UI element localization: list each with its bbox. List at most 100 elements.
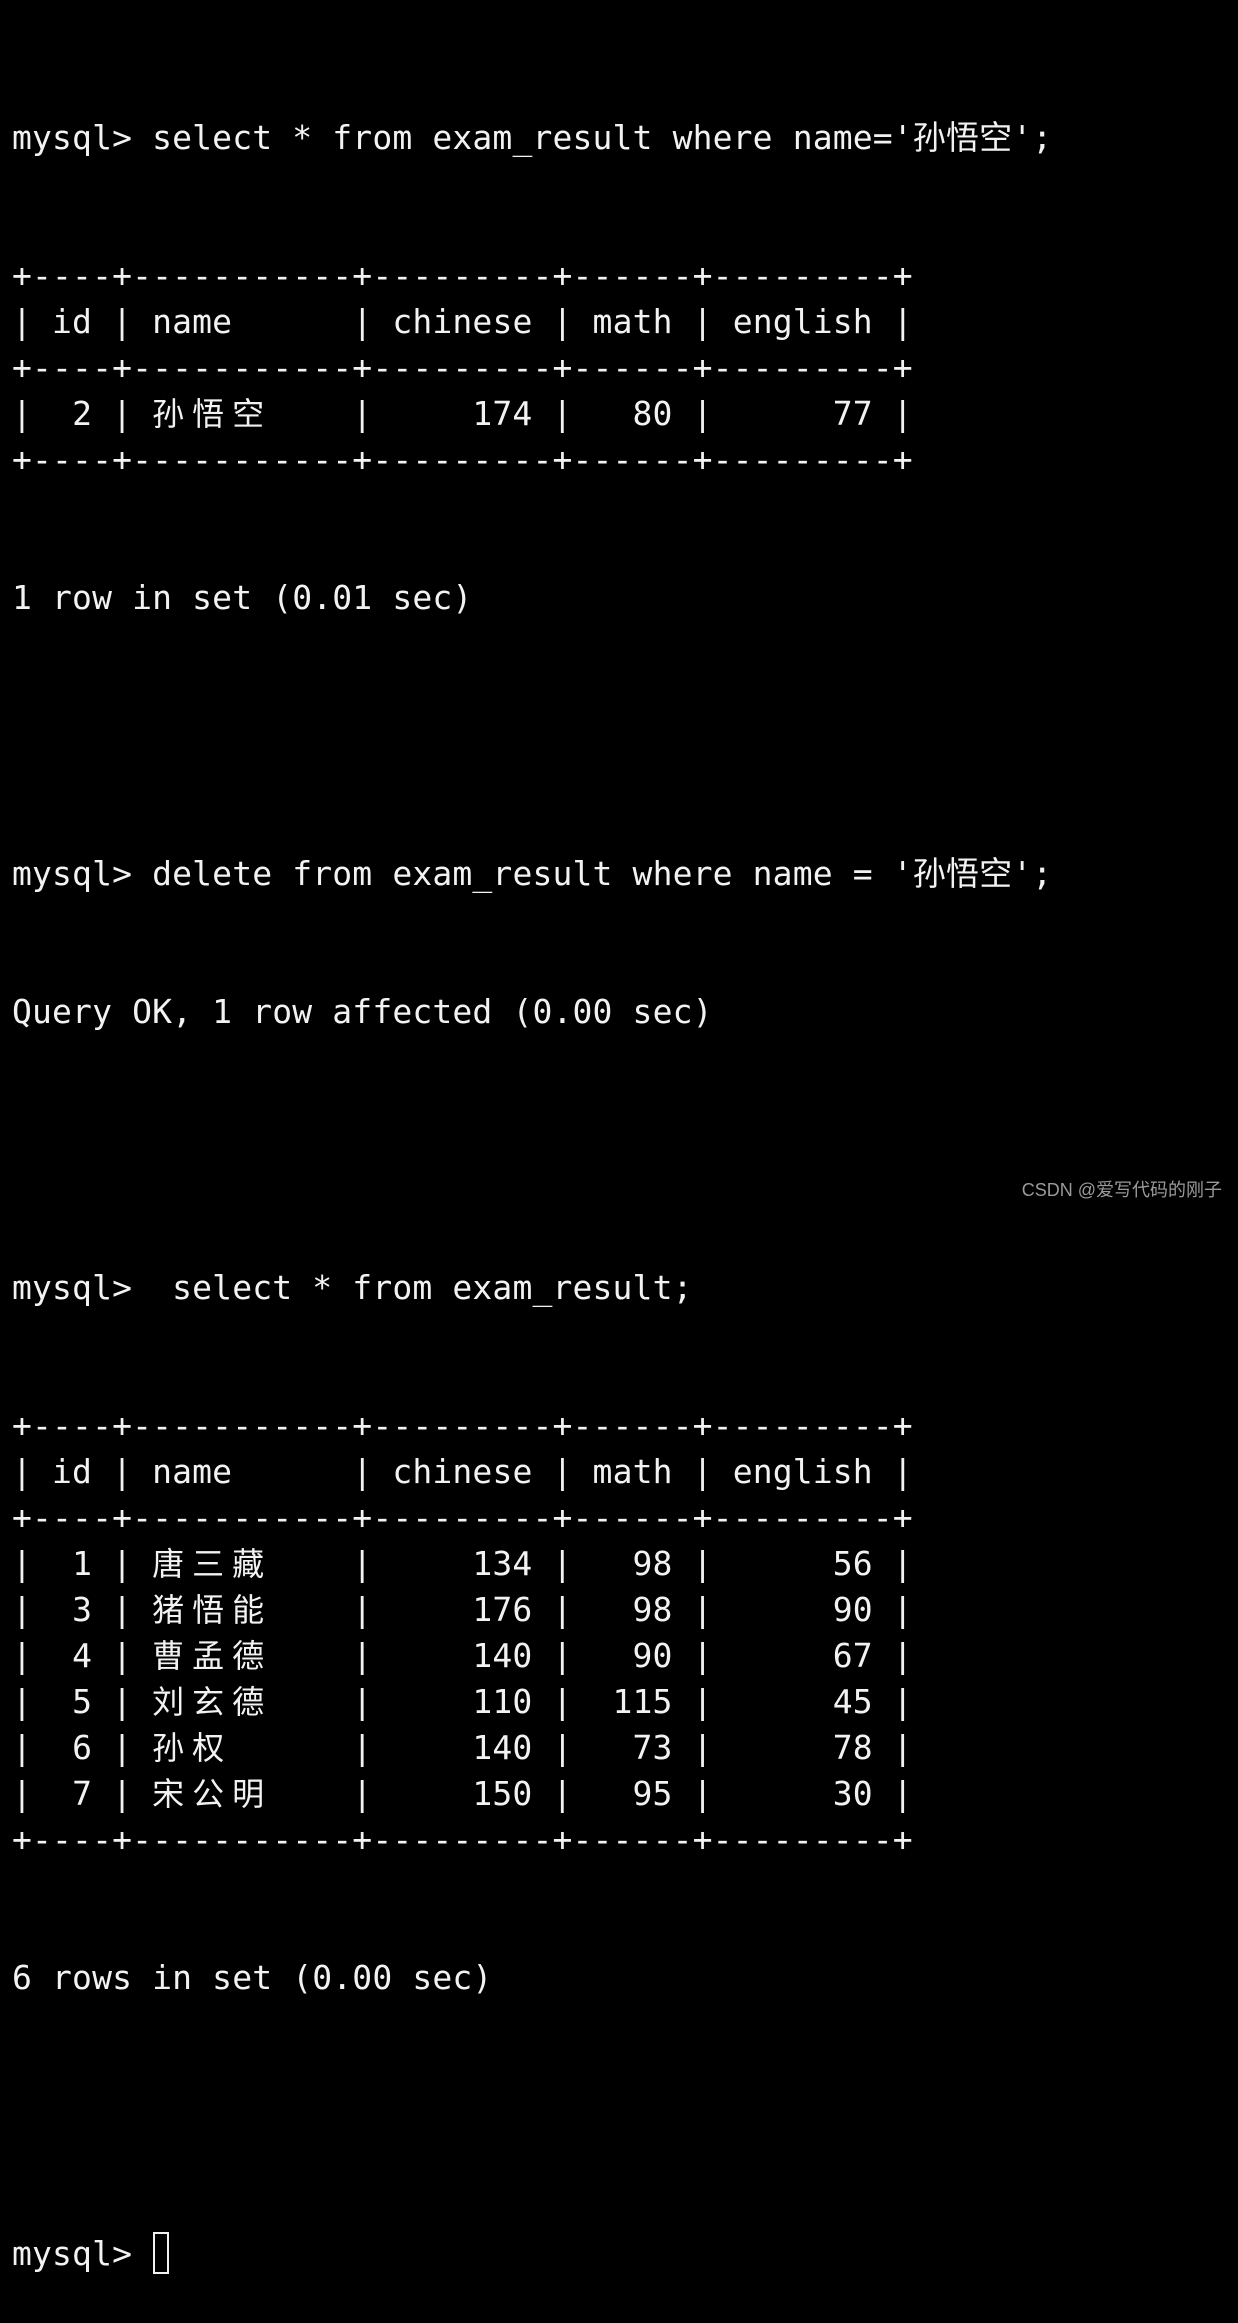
sep: | (12, 394, 53, 433)
table-border: +----+-----------+---------+------+-----… (12, 348, 913, 387)
table-row: | 5 | 刘玄德 | 110 | 115 | 45 | (12, 1679, 1052, 1725)
sep: | (672, 1544, 733, 1583)
cell-chinese: 140 (392, 1636, 533, 1675)
sep: | (532, 1452, 593, 1491)
cell-math: 95 (592, 1774, 673, 1813)
command-line-2: mysql> delete from exam_result where nam… (12, 851, 1052, 897)
sep: | (12, 1774, 53, 1813)
table-row: | 7 | 宋公明 | 150 | 95 | 30 | (12, 1771, 1052, 1817)
cell-name: 孙权 (152, 1729, 225, 1767)
sep: | (672, 1728, 733, 1767)
sep: | (672, 1774, 733, 1813)
header-chinese: chinese (392, 1452, 533, 1491)
sep: | (672, 1590, 733, 1629)
cell-id: 4 (52, 1636, 93, 1675)
cell-english: 77 (732, 394, 873, 433)
status-line-2: Query OK, 1 row affected (0.00 sec) (12, 992, 713, 1031)
sep: | id | (12, 1452, 153, 1491)
sep: | (332, 302, 393, 341)
cell-math: 98 (592, 1590, 673, 1629)
sep: | (12, 1590, 53, 1629)
input-line[interactable]: mysql> (12, 2231, 1052, 2277)
sep: | (672, 394, 733, 433)
cell-math: 90 (592, 1636, 673, 1675)
cell-math: 98 (592, 1544, 673, 1583)
sep: | (92, 1636, 153, 1675)
cell-chinese: 174 (392, 394, 533, 433)
status-line-3: 6 rows in set (0.00 sec) (12, 1958, 493, 1997)
sep: | (92, 1590, 153, 1629)
sep: | (672, 302, 733, 341)
sep: | (92, 1774, 153, 1813)
command-text: select * from exam_result where name='孙悟… (152, 118, 1053, 157)
sep: | (872, 1774, 913, 1813)
sep: | (12, 1544, 53, 1583)
cell-id: 7 (52, 1774, 93, 1813)
cell-name: 孙悟空 (152, 395, 265, 433)
cell-name: 刘玄德 (152, 1683, 265, 1721)
cell-english: 30 (732, 1774, 873, 1813)
cell-name: 宋公明 (152, 1775, 265, 1813)
sep: | (872, 302, 913, 341)
sep: | (672, 1636, 733, 1675)
table-header: | id | name | chinese | math | english | (12, 1449, 1052, 1495)
sep: | (332, 1452, 393, 1491)
sep: | (872, 1682, 913, 1721)
cell-id: 2 (52, 394, 93, 433)
sep: | (532, 394, 593, 433)
sep: | (872, 1544, 913, 1583)
table-border: +----+-----------+---------+------+-----… (12, 1406, 913, 1445)
table-row: | 2 | 孙悟空 | 174 | 80 | 77 | (12, 391, 1052, 437)
cell-english: 90 (732, 1590, 873, 1629)
sep: | (872, 1728, 913, 1767)
sep: | (872, 1590, 913, 1629)
table-border: +----+-----------+---------+------+-----… (12, 1498, 913, 1537)
header-math: math (592, 1452, 673, 1491)
sep: | (532, 1636, 593, 1675)
cell-id: 6 (52, 1728, 93, 1767)
cell-math: 73 (592, 1728, 673, 1767)
header-name: name (152, 302, 333, 341)
sep: | (92, 1544, 153, 1583)
table-border: +----+-----------+---------+------+-----… (12, 256, 913, 295)
cell-english: 67 (732, 1636, 873, 1675)
command-line-3: mysql> select * from exam_result; (12, 1265, 1052, 1311)
header-name: name (152, 1452, 333, 1491)
sep: | (332, 1728, 393, 1767)
cell-english: 78 (732, 1728, 873, 1767)
text-cursor[interactable] (153, 2232, 170, 2274)
cell-id: 3 (52, 1590, 93, 1629)
sep: | (332, 1636, 393, 1675)
sep: | id | (12, 302, 153, 341)
sep: | (872, 1636, 913, 1675)
table-border: +----+-----------+---------+------+-----… (12, 440, 913, 479)
sep: | (332, 1682, 393, 1721)
sep: | (12, 1728, 53, 1767)
cell-chinese: 140 (392, 1728, 533, 1767)
table-row: | 3 | 猪悟能 | 176 | 98 | 90 | (12, 1587, 1052, 1633)
sep: | (92, 1682, 153, 1721)
sep: | (332, 394, 393, 433)
sep: | (532, 1774, 593, 1813)
command-text: select * from exam_result; (152, 1268, 693, 1307)
header-chinese: chinese (392, 302, 533, 341)
sep: | (532, 1728, 593, 1767)
table-border: +----+-----------+---------+------+-----… (12, 1820, 913, 1859)
sep: | (532, 1590, 593, 1629)
cell-name: 猪悟能 (152, 1591, 265, 1629)
sep: | (332, 1590, 393, 1629)
header-math: math (592, 302, 673, 341)
cell-english: 45 (732, 1682, 873, 1721)
prompt: mysql> (12, 854, 153, 893)
table-row: | 6 | 孙权 | 140 | 73 | 78 | (12, 1725, 1052, 1771)
status-line-1: 1 row in set (0.01 sec) (12, 578, 473, 617)
command-text: delete from exam_result where name = '孙悟… (152, 854, 1053, 893)
header-english: english (732, 1452, 873, 1491)
cell-chinese: 134 (392, 1544, 533, 1583)
command-line-1: mysql> select * from exam_result where n… (12, 115, 1052, 161)
watermark: CSDN @爱写代码的刚子 (1021, 1180, 1222, 1200)
table-row: | 4 | 曹孟德 | 140 | 90 | 67 | (12, 1633, 1052, 1679)
sep: | (532, 1682, 593, 1721)
